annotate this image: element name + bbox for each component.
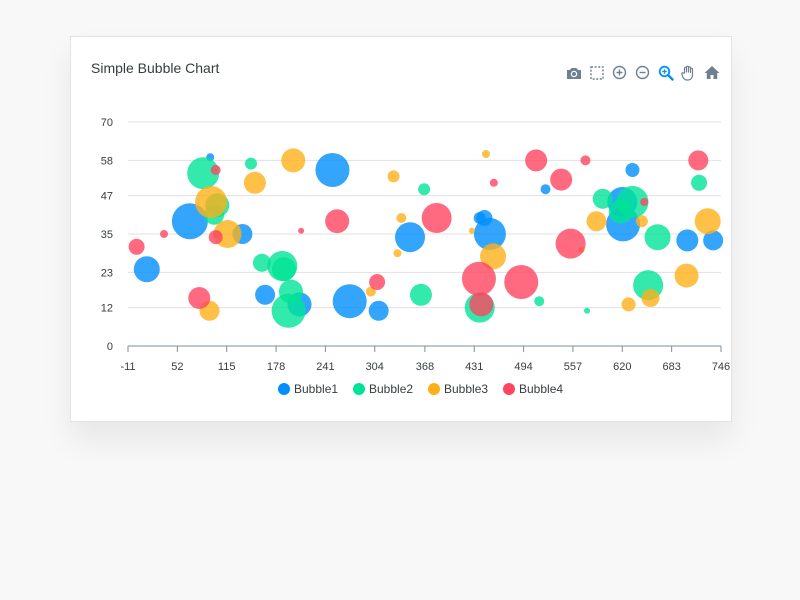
x-tick-label: 746 <box>712 361 730 373</box>
bubble-bubble2 <box>409 283 432 306</box>
bubble-bubble1 <box>676 229 699 252</box>
x-tick-label: 115 <box>218 361 236 373</box>
legend-label: Bubble4 <box>519 382 563 396</box>
bubble-bubble4 <box>580 155 591 166</box>
bubble-bubble1 <box>255 284 276 305</box>
bubble-bubble4 <box>489 178 498 187</box>
bubble-bubble3 <box>387 170 400 183</box>
bubble-bubble3 <box>243 171 266 194</box>
bubble-bubble4 <box>369 274 386 290</box>
x-tick-label: 304 <box>366 361 384 373</box>
y-tick-label: 70 <box>101 117 113 129</box>
legend-marker <box>503 383 515 395</box>
bubble-bubble2 <box>592 188 613 209</box>
x-tick-label: 683 <box>662 361 680 373</box>
bubble-bubble1 <box>540 184 551 195</box>
bubble-bubble4 <box>504 265 539 299</box>
x-tick-label: 368 <box>416 361 434 373</box>
bubble-bubble4 <box>525 149 548 172</box>
bubble-bubble3 <box>468 227 475 234</box>
bubble-bubble4 <box>461 261 496 296</box>
y-tick-label: 58 <box>101 155 113 167</box>
bubble-bubble4 <box>555 228 586 259</box>
bubble-bubble4 <box>688 150 709 171</box>
legend-label: Bubble3 <box>444 382 488 396</box>
bubble-bubble1 <box>133 256 160 283</box>
bubble-bubble3 <box>281 148 306 173</box>
bubble-chart: 0 12 23 35 47 58 70 -11 52 115 178 241 304 368 431 494 5… <box>101 117 730 396</box>
bubble-bubble2 <box>644 224 671 251</box>
bubble-bubble2 <box>534 296 545 307</box>
x-tick-label: 557 <box>564 361 582 373</box>
bubble-bubble1 <box>395 222 426 253</box>
x-tick-label: 431 <box>465 361 483 373</box>
y-tick-label: 23 <box>101 267 113 279</box>
bubble-bubble4 <box>128 238 145 255</box>
bubble-bubble3 <box>586 211 607 232</box>
bubble-bubble4 <box>550 168 573 191</box>
bubble-bubble3 <box>635 215 648 228</box>
bubble-bubble4 <box>469 292 494 317</box>
bubble-bubble4 <box>160 230 169 238</box>
bubble-bubble2 <box>418 183 431 196</box>
bubble-bubble3 <box>396 213 407 223</box>
legend-marker <box>278 383 290 395</box>
bubble-bubble1 <box>315 153 350 187</box>
legend-label: Bubble1 <box>294 382 338 396</box>
y-tick-label: 35 <box>101 229 113 241</box>
bubble-bubble1 <box>368 300 389 321</box>
legend-marker <box>353 383 365 395</box>
x-tick-label: 178 <box>267 361 285 373</box>
bubble-bubble4 <box>421 203 452 233</box>
bubble-bubble3 <box>195 186 228 218</box>
legend-label: Bubble2 <box>369 382 413 396</box>
bubble-bubble2 <box>271 257 296 282</box>
y-tick-label: 12 <box>101 303 113 315</box>
y-tick-label: 47 <box>101 191 113 203</box>
bubble-bubble4 <box>208 230 223 245</box>
legend-marker <box>428 383 440 395</box>
bubble-bubble2 <box>244 157 257 170</box>
bubble-bubble3 <box>481 150 490 158</box>
bubble-bubble4 <box>188 287 211 309</box>
bubble-bubble2 <box>271 293 306 328</box>
bubble-bubble1 <box>625 163 640 177</box>
x-tick-label: 52 <box>171 361 183 373</box>
bubble-bubble1 <box>332 284 367 319</box>
bubble-bubble4 <box>640 198 649 206</box>
bubble-bubble3 <box>694 208 721 235</box>
bubble-bubble3 <box>621 297 636 312</box>
x-tick-label: -11 <box>120 361 135 373</box>
x-tick-label: 241 <box>316 361 334 373</box>
bubble-bubble3 <box>393 249 402 258</box>
bubble-bubble4 <box>210 165 221 175</box>
chart-card: Simple Bubble Chart 0 12 23 35 47 58 70 … <box>70 36 732 422</box>
bubble-bubble4 <box>298 227 305 234</box>
x-tick-label: 494 <box>514 361 532 373</box>
bubble-bubble3 <box>641 289 660 307</box>
bubble-bubble3 <box>674 263 699 288</box>
bubble-bubble2 <box>691 174 708 191</box>
x-tick-label: 620 <box>613 361 631 373</box>
bubble-bubble2 <box>584 307 591 314</box>
bubble-bubble4 <box>325 209 350 234</box>
y-tick-label: 0 <box>107 341 113 353</box>
